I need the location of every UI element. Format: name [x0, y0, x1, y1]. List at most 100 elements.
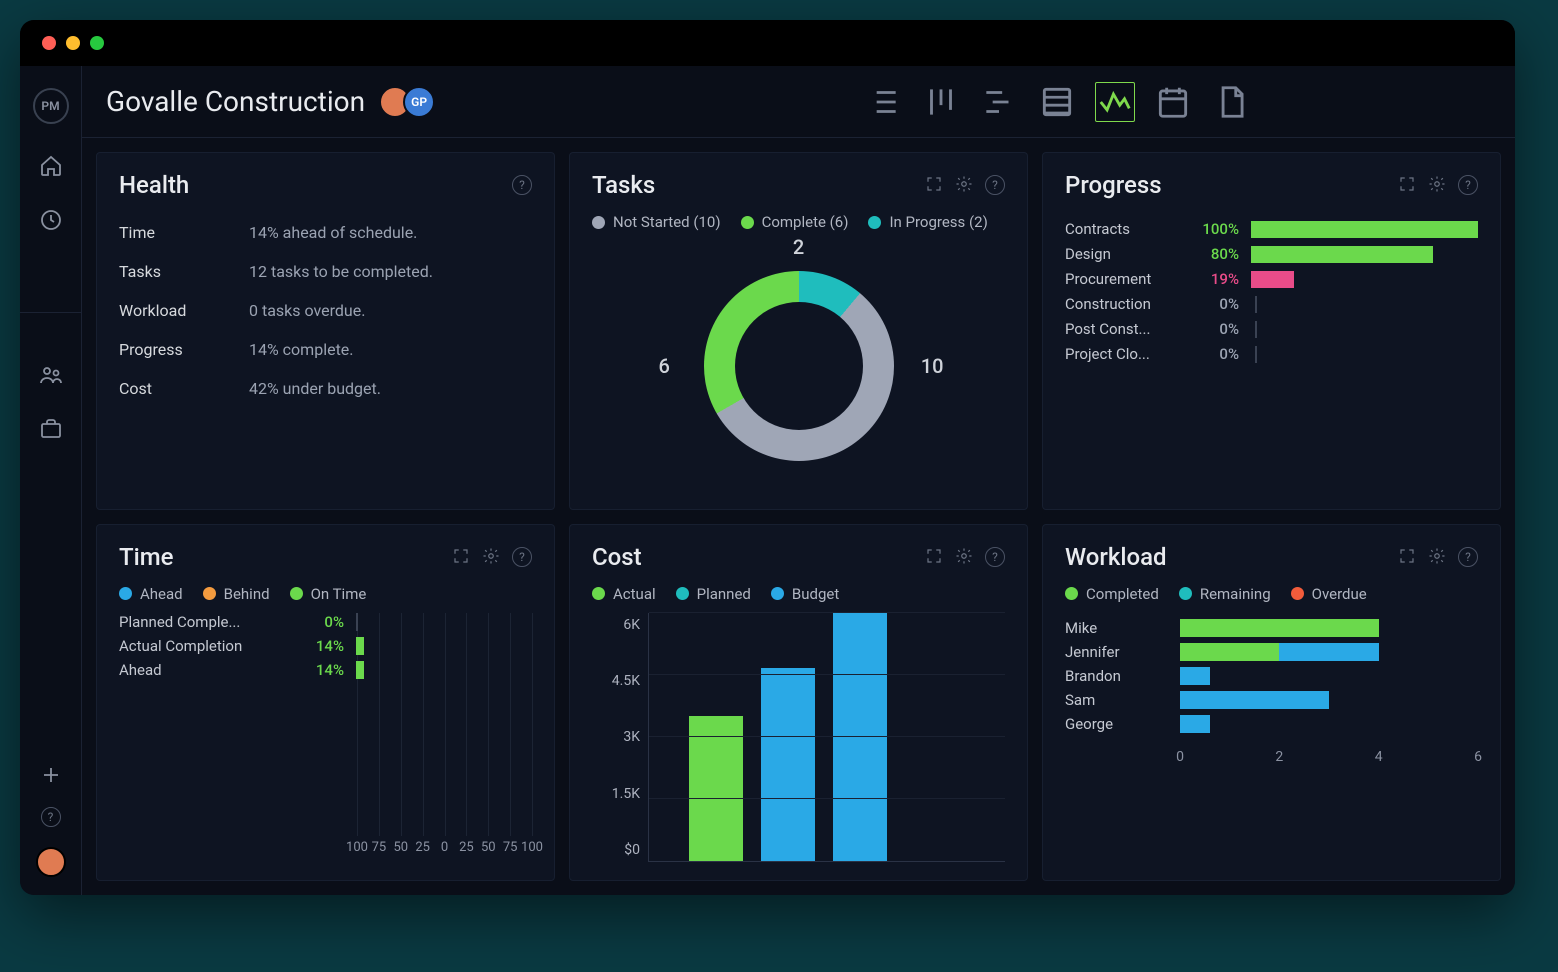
health-row: Time14% ahead of schedule. [119, 213, 532, 252]
expand-icon[interactable] [1398, 547, 1416, 565]
expand-icon[interactable] [452, 547, 470, 565]
view-dashboard-icon[interactable] [1095, 82, 1135, 122]
time-tick-label: 50 [393, 840, 408, 855]
progress-track [1251, 321, 1478, 338]
cost-gridline [649, 612, 1005, 613]
legend-item[interactable]: Planned [676, 585, 751, 603]
view-calendar-icon[interactable] [1153, 82, 1193, 122]
help-icon[interactable]: ? [985, 547, 1005, 567]
expand-icon[interactable] [925, 547, 943, 565]
help-icon[interactable]: ? [512, 175, 532, 195]
window-minimize-button[interactable] [66, 36, 80, 50]
time-bar [356, 661, 364, 679]
gear-icon[interactable] [482, 547, 500, 565]
panel-title: Health [119, 171, 189, 199]
gear-icon[interactable] [955, 175, 973, 193]
project-members[interactable]: GP [387, 86, 435, 118]
cost-yaxis: 6K4.5K3K1.5K$0 [592, 613, 648, 863]
legend-label: Remaining [1200, 585, 1271, 603]
legend-label: Complete (6) [762, 213, 849, 231]
workload-tick-label: 6 [1474, 749, 1482, 765]
progress-track [1251, 271, 1478, 288]
panel-title: Tasks [592, 171, 655, 199]
legend-item[interactable]: On Time [290, 585, 367, 603]
progress-track [1251, 296, 1478, 313]
cost-gridline [649, 736, 1005, 737]
progress-label: Design [1065, 245, 1175, 263]
gear-icon[interactable] [1428, 547, 1446, 565]
legend-item[interactable]: Not Started (10) [592, 213, 721, 231]
nav-team-icon[interactable] [39, 363, 63, 387]
health-rows: Time14% ahead of schedule.Tasks12 tasks … [119, 213, 532, 408]
health-value: 42% under budget. [249, 379, 381, 398]
legend-item[interactable]: Actual [592, 585, 656, 603]
workload-segment [1180, 619, 1379, 637]
health-key: Time [119, 223, 249, 242]
time-label: Ahead [119, 661, 294, 679]
gear-icon[interactable] [1428, 175, 1446, 193]
current-user-avatar[interactable] [36, 847, 66, 877]
nav-help-icon[interactable]: ? [41, 807, 61, 827]
time-rows: Planned Comple... 0% Actual Completion 1… [119, 613, 532, 679]
donut-label-notstarted: 10 [921, 354, 944, 378]
help-icon[interactable]: ? [985, 175, 1005, 195]
expand-icon[interactable] [1398, 175, 1416, 193]
workload-bar [1180, 715, 1478, 733]
help-icon[interactable]: ? [1458, 547, 1478, 567]
nav-home-icon[interactable] [39, 154, 63, 178]
workload-row: George [1065, 715, 1478, 733]
panel-health: Health ? Time14% ahead of schedule.Tasks… [96, 152, 555, 510]
progress-track [1251, 246, 1478, 263]
health-row: Workload0 tasks overdue. [119, 291, 532, 330]
app-logo[interactable]: PM [33, 88, 69, 124]
view-switcher [863, 82, 1251, 122]
nav-portfolio-icon[interactable] [39, 417, 63, 441]
panel-title: Time [119, 543, 174, 571]
workload-axis: 0246 [1180, 749, 1478, 769]
view-list-icon[interactable] [863, 82, 903, 122]
progress-row: Construction 0% [1065, 295, 1478, 313]
help-icon[interactable]: ? [512, 547, 532, 567]
legend-swatch [592, 216, 605, 229]
legend-item[interactable]: Budget [771, 585, 839, 603]
health-value: 12 tasks to be completed. [249, 262, 433, 281]
window-close-button[interactable] [42, 36, 56, 50]
nav-recent-icon[interactable] [39, 208, 63, 232]
progress-percent: 0% [1187, 345, 1239, 363]
legend-item[interactable]: Behind [203, 585, 270, 603]
cost-bar [761, 668, 815, 861]
workload-tick-label: 2 [1275, 749, 1283, 765]
progress-track [1251, 221, 1478, 238]
time-tick-label: 75 [503, 840, 518, 855]
workload-name: Brandon [1065, 667, 1180, 685]
time-row: Actual Completion 14% [119, 637, 532, 655]
legend-item[interactable]: In Progress (2) [868, 213, 987, 231]
progress-track [1251, 346, 1478, 363]
view-files-icon[interactable] [1211, 82, 1251, 122]
workload-segment [1180, 691, 1329, 709]
nav-add-icon[interactable] [39, 763, 63, 787]
gear-icon[interactable] [955, 547, 973, 565]
legend-item[interactable]: Ahead [119, 585, 183, 603]
health-key: Tasks [119, 262, 249, 281]
health-row: Tasks12 tasks to be completed. [119, 252, 532, 291]
legend-item[interactable]: Remaining [1179, 585, 1271, 603]
help-icon[interactable]: ? [1458, 175, 1478, 195]
view-sheet-icon[interactable] [1037, 82, 1077, 122]
expand-icon[interactable] [925, 175, 943, 193]
legend-swatch [741, 216, 754, 229]
legend-item[interactable]: Completed [1065, 585, 1159, 603]
legend-label: Planned [697, 585, 751, 603]
legend-item[interactable]: Overdue [1291, 585, 1367, 603]
view-gantt-icon[interactable] [979, 82, 1019, 122]
avatar[interactable]: GP [403, 86, 435, 118]
workload-bar [1180, 643, 1478, 661]
legend-item[interactable]: Complete (6) [741, 213, 849, 231]
workload-bar [1180, 619, 1478, 637]
progress-label: Contracts [1065, 220, 1175, 238]
view-board-icon[interactable] [921, 82, 961, 122]
progress-percent: 19% [1187, 270, 1239, 288]
panel-title: Workload [1065, 543, 1167, 571]
progress-rows: Contracts 100% Design 80% Procurement 19… [1065, 213, 1478, 370]
window-zoom-button[interactable] [90, 36, 104, 50]
